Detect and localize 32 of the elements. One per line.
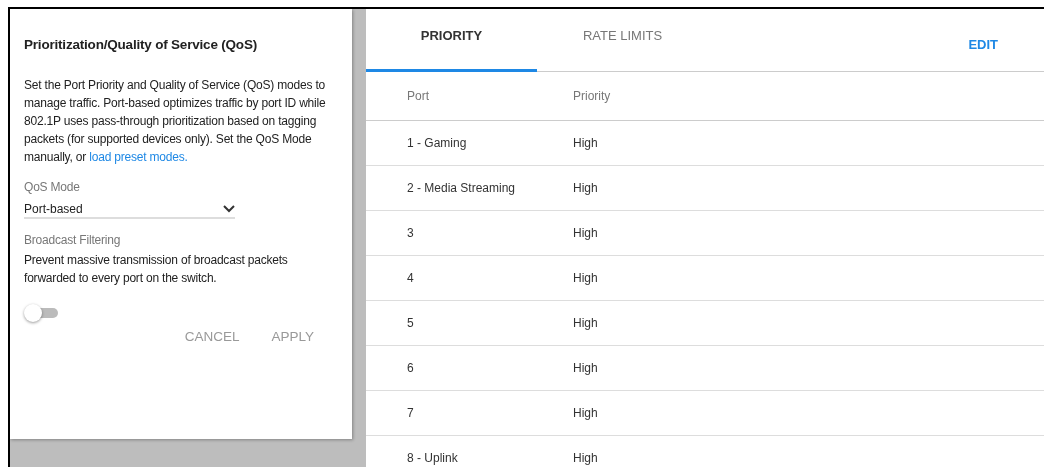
table-cell-text: 7 [407, 406, 415, 420]
description-text: Set the Port Priority and Quality of Service (QoS) modes to manage traffic. Port-based optimizes traffic by port ID while 802.1P uses pass-through prioritization based on tagging packets (for supported devices only). Set the QoS Mode manually, or load preset modes. [24, 77, 327, 166]
chevron-down-icon [223, 205, 235, 213]
table-cell: High [573, 271, 598, 285]
table-cell: High [573, 181, 598, 195]
table-cell: High [573, 451, 598, 465]
tab[interactable]: PRIORITY [366, 9, 537, 72]
table-cell: High [573, 406, 598, 420]
table-cell-text: 2 - Media Streaming [407, 181, 517, 195]
table-cell-text: 4 [407, 271, 415, 285]
table-cell-text: 6 [407, 361, 415, 375]
table-cell: High [573, 361, 598, 375]
edit-button[interactable]: EDIT [968, 36, 998, 52]
load-preset-link[interactable]: load preset modes. [89, 150, 188, 164]
description-text: Prevent massive transmission of broadcast packets forwarded to every port on the switch. [24, 252, 289, 287]
dialog-title: Prioritization/Quality of Service (QoS) [24, 37, 258, 52]
field-label: QoS Mode [24, 180, 81, 194]
column-header: Priority [573, 89, 611, 103]
table-cell-text: 5 [407, 316, 415, 330]
cancel-button[interactable]: CANCEL [184, 329, 240, 344]
column-header: Port [407, 89, 430, 103]
table-cell-text: 1 - Gaming [407, 136, 468, 150]
field-label: Broadcast Filtering [24, 233, 122, 247]
table-cell: High [573, 316, 598, 330]
table-cell-text: 8 - Uplink [407, 451, 459, 465]
table-cell: High [573, 226, 598, 240]
table-cell: High [573, 136, 598, 150]
tab[interactable]: RATE LIMITS [537, 9, 708, 72]
table-cell-text: 3 [407, 226, 415, 240]
qos-mode-dropdown[interactable]: Port-based [24, 202, 235, 219]
toggle-switch[interactable] [24, 305, 60, 321]
apply-button[interactable]: APPLY [271, 329, 314, 344]
